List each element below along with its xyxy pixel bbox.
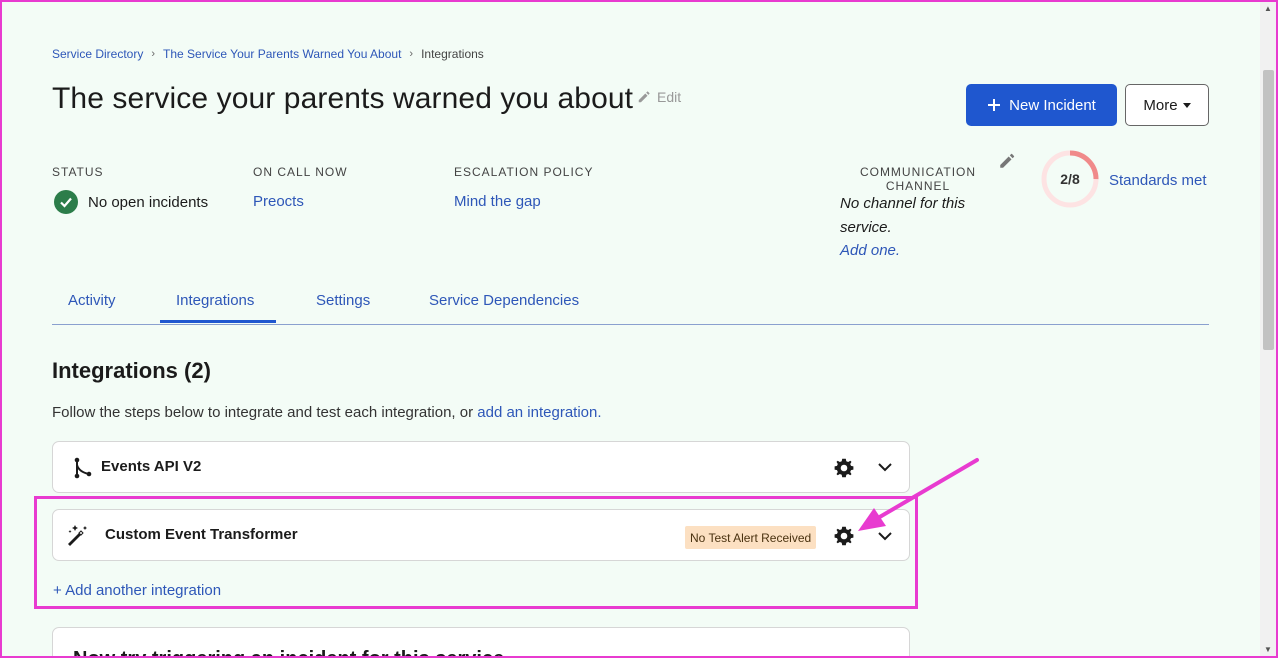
add-integration-link[interactable]: add an integration. xyxy=(477,404,601,421)
integrations-description: Follow the steps below to integrate and … xyxy=(52,404,602,421)
scroll-thumb[interactable] xyxy=(1263,70,1274,350)
status-label: STATUS xyxy=(52,165,104,179)
page-title: The service your parents warned you abou… xyxy=(52,82,634,115)
new-incident-label: New Incident xyxy=(1009,96,1096,114)
comm-channel-text: No channel for this service. xyxy=(840,195,966,236)
integration-card-events-api[interactable]: Events API V2 xyxy=(52,441,910,493)
trigger-incident-card: Now try triggering an incident for this … xyxy=(52,627,910,658)
status-text: No open incidents xyxy=(88,193,209,211)
breadcrumb-service-directory[interactable]: Service Directory xyxy=(52,47,143,61)
breadcrumb-service[interactable]: The Service Your Parents Warned You Abou… xyxy=(163,47,401,61)
comm-edit-button[interactable] xyxy=(998,152,1016,175)
integrations-desc-text: Follow the steps below to integrate and … xyxy=(52,404,478,421)
comm-channel-label: COMMUNICATION CHANNEL xyxy=(859,165,977,193)
tab-activity[interactable]: Activity xyxy=(68,292,116,309)
breadcrumb-separator: › xyxy=(409,48,414,60)
status-value: No open incidents xyxy=(54,190,208,214)
more-label: More xyxy=(1143,96,1178,114)
tabs-bar: Activity Integrations Settings Service D… xyxy=(52,290,1209,325)
standards-link[interactable]: Standards met xyxy=(1109,172,1207,189)
comm-add-link[interactable]: Add one. xyxy=(840,242,900,259)
edit-title-button[interactable]: Edit xyxy=(637,89,681,105)
scroll-up-icon[interactable]: ▲ xyxy=(1264,4,1272,13)
trigger-incident-heading: Now try triggering an incident for this … xyxy=(73,648,504,658)
tab-service-dependencies[interactable]: Service Dependencies xyxy=(429,292,579,309)
edit-label: Edit xyxy=(657,89,682,105)
plus-icon xyxy=(988,99,1001,111)
new-incident-button[interactable]: New Incident xyxy=(966,84,1117,126)
integrations-heading: Integrations (2) xyxy=(52,358,211,383)
score-value: 2/8 xyxy=(1060,171,1080,187)
escalation-link[interactable]: Mind the gap xyxy=(454,193,541,210)
scroll-down-icon[interactable]: ▼ xyxy=(1264,645,1272,654)
breadcrumb-separator: › xyxy=(151,48,156,60)
escalation-label: ESCALATION POLICY xyxy=(454,165,594,179)
vertical-scrollbar[interactable]: ▲ ▼ xyxy=(1260,2,1276,656)
oncall-link[interactable]: Preocts xyxy=(253,193,304,210)
tab-integrations[interactable]: Integrations xyxy=(176,292,254,309)
annotation-highlight-box xyxy=(34,496,918,609)
breadcrumb-current: Integrations xyxy=(421,47,484,61)
annotation-arrow-icon xyxy=(858,458,979,531)
check-circle-icon xyxy=(54,190,78,214)
integration-name: Events API V2 xyxy=(101,458,202,475)
page-content: Service Directory › The Service Your Par… xyxy=(0,0,1260,658)
pencil-icon xyxy=(1000,153,1015,168)
caret-down-icon xyxy=(1182,102,1191,108)
active-tab-indicator xyxy=(160,320,276,323)
pencil-icon xyxy=(638,91,650,103)
branch-icon xyxy=(74,457,92,479)
tab-settings[interactable]: Settings xyxy=(316,292,370,309)
more-button[interactable]: More xyxy=(1125,84,1209,126)
breadcrumb: Service Directory › The Service Your Par… xyxy=(52,47,484,61)
oncall-label: ON CALL NOW xyxy=(253,165,348,179)
